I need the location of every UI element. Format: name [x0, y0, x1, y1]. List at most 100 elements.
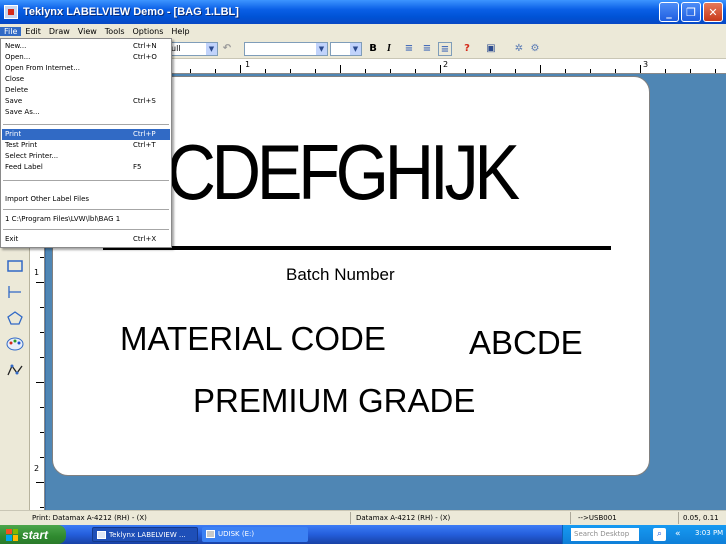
ruler-tick	[490, 69, 491, 73]
polygon-tool-icon[interactable]	[5, 309, 25, 327]
ruler-tick	[40, 432, 44, 433]
task-udisk[interactable]: UDISK (E:)	[202, 527, 308, 542]
menu-item-open[interactable]: Open... Ctrl+O	[2, 52, 170, 63]
status-printer: Datamax A-4212 (RH) - (X)	[356, 514, 451, 522]
menu-file[interactable]: File	[0, 27, 22, 36]
menu-item-close[interactable]: Close	[2, 74, 170, 85]
menu-edit[interactable]: Edit	[21, 27, 45, 36]
ruler-tick	[40, 457, 44, 458]
menu-separator	[3, 124, 169, 125]
menu-separator	[3, 180, 169, 181]
polyline-tool-icon[interactable]	[5, 361, 25, 379]
menu-view[interactable]: View	[74, 27, 101, 36]
ruler-tick	[540, 65, 541, 73]
start-button[interactable]: start	[0, 525, 66, 544]
chevron-down-icon[interactable]: ▼	[350, 43, 361, 55]
label-batch-text[interactable]: Batch Number	[286, 265, 395, 285]
label-grade-text[interactable]: PREMIUM GRADE	[193, 382, 475, 420]
label-underline[interactable]	[103, 246, 611, 250]
ruler-tick	[365, 69, 366, 73]
menu-item-open-internet[interactable]: Open From Internet...	[2, 63, 170, 74]
menu-draw[interactable]: Draw	[45, 27, 74, 36]
label-big-text[interactable]: BCDEFGHIJK	[125, 127, 520, 218]
align-right-icon[interactable]: ≡	[438, 42, 452, 56]
menu-item-select-printer[interactable]: Select Printer...	[2, 151, 170, 162]
chevron-down-icon[interactable]: ▼	[206, 43, 217, 55]
minimize-button[interactable]: _	[659, 2, 679, 22]
zoom-combo[interactable]: ull ▼	[168, 42, 218, 56]
ruler-tick	[40, 307, 44, 308]
ruler-tick	[40, 257, 44, 258]
menu-item-save[interactable]: Save Ctrl+S	[2, 96, 170, 107]
status-message: Print: Datamax A-4212 (RH) - (X)	[32, 514, 147, 522]
font-name-combo[interactable]: ▼	[244, 42, 328, 56]
ruler-tick	[715, 69, 716, 73]
menu-options[interactable]: Options	[129, 27, 168, 36]
menu-item-exit[interactable]: Exit Ctrl+X	[2, 234, 170, 245]
menu-tools[interactable]: Tools	[101, 27, 129, 36]
menu-item-print[interactable]: Print Ctrl+P	[2, 129, 170, 140]
ruler-tick	[215, 69, 216, 73]
ruler-tick	[315, 69, 316, 73]
menu-item-test-print[interactable]: Test Print Ctrl+T	[2, 140, 170, 151]
menu-help[interactable]: Help	[167, 27, 193, 36]
app-icon[interactable]	[4, 5, 18, 19]
palette-tool-icon[interactable]	[5, 335, 25, 353]
ruler-tick	[590, 69, 591, 73]
zoom-value: ull	[171, 44, 181, 53]
restore-button[interactable]: ❐	[681, 2, 701, 22]
gear-icon[interactable]: ✲	[512, 42, 526, 56]
ruler-tick	[665, 69, 666, 73]
status-divider	[678, 512, 679, 524]
line-tool-icon[interactable]	[5, 283, 25, 301]
menu-separator	[3, 209, 169, 210]
menu-item-delete[interactable]: Delete	[2, 85, 170, 96]
menu-item-feed-label[interactable]: Feed Label F5	[2, 162, 170, 173]
italic-button[interactable]: I	[382, 42, 396, 56]
window-title: Teklynx LABELVIEW Demo - [BAG 1.LBL]	[23, 6, 239, 18]
ruler-tick	[415, 69, 416, 73]
help-icon[interactable]: ?	[460, 42, 474, 56]
drive-icon	[206, 530, 215, 538]
menu-item-save-as[interactable]: Save As...	[2, 107, 170, 118]
search-icon[interactable]: ⌕	[653, 528, 666, 541]
menu-item-import[interactable]: Import Other Label Files	[2, 194, 170, 205]
labelview-icon	[97, 531, 106, 539]
title-bar: Teklynx LABELVIEW Demo - [BAG 1.LBL] _ ❐…	[0, 0, 726, 24]
clock: 3:03 PM	[695, 529, 724, 537]
ruler-number: 1	[34, 268, 40, 277]
system-tray: Search Desktop ⌕ « 3:03 PM	[562, 525, 726, 544]
ruler-tick	[440, 65, 441, 73]
ruler-tick	[290, 69, 291, 73]
menu-item-recent-file[interactable]: 1 C:\Program Files\LVW\lbl\BAG 1	[2, 214, 170, 225]
ruler-number: 3	[643, 60, 649, 69]
status-divider	[350, 512, 351, 524]
desktop-search-input[interactable]: Search Desktop	[571, 528, 639, 541]
menu-item-new[interactable]: New... Ctrl+N	[2, 41, 170, 52]
ruler-tick	[36, 382, 44, 383]
task-labelview[interactable]: Teklynx LABELVIEW ...	[92, 527, 198, 542]
undo-icon[interactable]: ↶	[220, 42, 234, 56]
windows-logo-icon	[6, 528, 18, 541]
font-size-combo[interactable]: ▼	[330, 42, 362, 56]
align-center-icon[interactable]: ≡	[420, 42, 434, 56]
ruler-tick	[390, 69, 391, 73]
close-button[interactable]: ✕	[703, 2, 723, 22]
label-code-text[interactable]: ABCDE	[469, 324, 583, 362]
chevron-down-icon[interactable]: ▼	[316, 43, 327, 55]
menu-separator	[3, 229, 169, 230]
ruler-tick	[190, 69, 191, 73]
status-port: -->USB001	[578, 514, 617, 522]
settings-icon[interactable]: ⚙	[528, 42, 542, 56]
network-icon[interactable]: «	[675, 529, 681, 539]
ruler-tick	[36, 282, 44, 283]
ruler-tick	[40, 332, 44, 333]
ruler-tick	[40, 357, 44, 358]
rectangle-tool-icon[interactable]	[5, 257, 25, 275]
ruler-tick	[690, 69, 691, 73]
bold-button[interactable]: B	[366, 42, 380, 56]
printer-icon[interactable]: ▣	[484, 42, 498, 56]
align-left-icon[interactable]: ≡	[402, 42, 416, 56]
start-label: start	[22, 527, 49, 542]
label-material-text[interactable]: MATERIAL CODE	[120, 320, 386, 358]
